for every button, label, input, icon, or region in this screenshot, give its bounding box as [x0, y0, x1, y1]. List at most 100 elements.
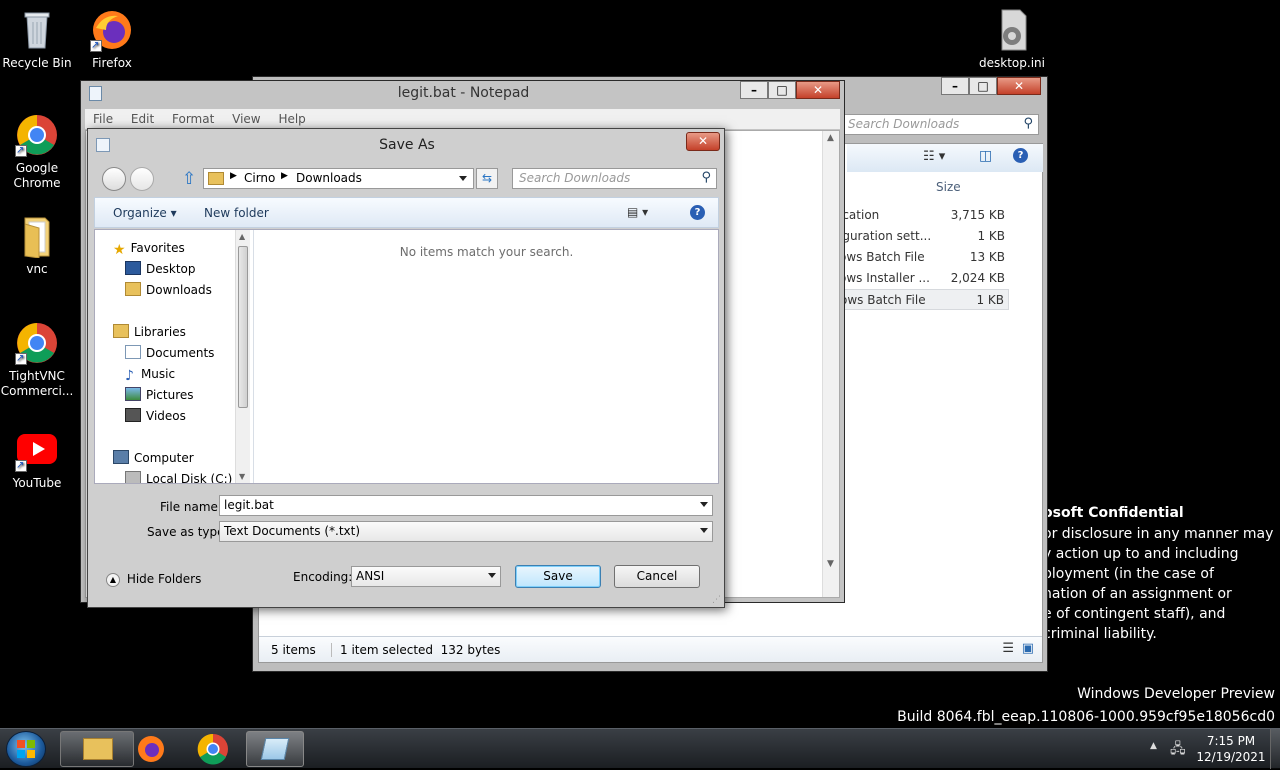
- desktop-icon-label: Google Chrome: [13, 161, 61, 190]
- clock[interactable]: 7:15 PM 12/19/2021: [1196, 733, 1266, 765]
- file-list-area[interactable]: No items match your search.: [253, 230, 718, 483]
- table-row[interactable]: ows Installer ... 2,024 KB: [839, 268, 1009, 289]
- refresh-button[interactable]: ⇆: [476, 168, 498, 189]
- desktop-icon-firefox[interactable]: Firefox: [75, 8, 149, 71]
- back-button[interactable]: [102, 167, 126, 191]
- taskbar-firefox-button[interactable]: [136, 731, 166, 767]
- dialog-search-box[interactable]: Search Downloads ⚲: [512, 168, 717, 189]
- desktop-icon-youtube[interactable]: YouTube: [0, 428, 74, 491]
- chevron-down-icon[interactable]: [488, 573, 496, 578]
- taskbar-chrome-button[interactable]: [196, 731, 230, 767]
- confidential-line: criminal liability.: [1043, 626, 1157, 642]
- dialog-search-placeholder: Search Downloads: [519, 171, 631, 185]
- taskbar-explorer-button[interactable]: [60, 731, 134, 767]
- new-folder-button[interactable]: New folder: [204, 206, 269, 220]
- menu-edit[interactable]: Edit: [131, 112, 154, 126]
- table-row[interactable]: ows Batch File 13 KB: [839, 247, 1009, 268]
- hide-folders-button[interactable]: ▲ Hide Folders: [106, 572, 201, 587]
- nav-libraries[interactable]: Libraries: [113, 322, 186, 342]
- menu-view[interactable]: View: [232, 112, 260, 126]
- nav-desktop[interactable]: Desktop: [125, 259, 196, 279]
- organize-button[interactable]: Organize ▾: [113, 206, 177, 220]
- desktop-icon-recycle-bin[interactable]: Recycle Bin: [0, 8, 74, 71]
- explorer-search-box[interactable]: Search Downloads ⚲: [843, 114, 1039, 135]
- view-options-icon[interactable]: ☷ ▾: [923, 149, 945, 164]
- drive-icon: [125, 471, 141, 483]
- confidential-line: or disclosure in any manner may: [1043, 526, 1274, 542]
- nav-label: Music: [140, 367, 176, 381]
- scroll-up-icon[interactable]: ▲: [239, 232, 245, 241]
- address-bar[interactable]: ▶ Cirno ▶ Downloads: [203, 168, 474, 189]
- desktop-icon-vnc[interactable]: vnc: [0, 214, 74, 277]
- nav-documents[interactable]: Documents: [125, 343, 214, 363]
- notepad-menu-bar: File Edit Format View Help: [85, 109, 840, 129]
- desktop-icon-desktop-ini[interactable]: desktop.ini: [975, 8, 1049, 71]
- file-name-input[interactable]: legit.bat: [219, 495, 713, 516]
- breadcrumb-cirno[interactable]: Cirno: [244, 171, 275, 185]
- chevron-down-icon[interactable]: [700, 528, 708, 533]
- nav-computer[interactable]: Computer: [113, 448, 194, 468]
- nav-pane-scrollbar[interactable]: ▲ ▼: [235, 230, 250, 483]
- size-column-header[interactable]: Size: [936, 180, 961, 194]
- forward-button[interactable]: [130, 167, 154, 191]
- dialog-body: ★ Favorites Desktop Downloads Libraries D…: [94, 229, 719, 484]
- minimize-button[interactable]: –: [740, 81, 768, 99]
- close-button[interactable]: ✕: [997, 77, 1041, 95]
- menu-file[interactable]: File: [93, 112, 113, 126]
- dialog-close-button[interactable]: ✕: [686, 132, 720, 151]
- nav-pictures[interactable]: Pictures: [125, 385, 194, 405]
- windows-build-text: Build 8064.fbl_eeap.110806-1000.959cf95e…: [897, 709, 1275, 725]
- folder-icon: [15, 214, 59, 259]
- notepad-caption-buttons: – □ ✕: [740, 81, 840, 101]
- notepad-scrollbar[interactable]: ▲ ▼: [822, 131, 839, 597]
- nav-favorites[interactable]: ★ Favorites: [113, 238, 185, 258]
- close-button[interactable]: ✕: [796, 81, 840, 99]
- show-hidden-icons-icon[interactable]: ▲: [1150, 741, 1157, 751]
- breadcrumb-downloads[interactable]: Downloads: [296, 171, 362, 185]
- chevron-down-icon[interactable]: [459, 176, 467, 181]
- nav-label: Downloads: [146, 283, 212, 297]
- table-row[interactable]: ication 3,715 KB: [839, 205, 1009, 226]
- scroll-down-icon[interactable]: ▼: [827, 559, 834, 569]
- confidential-line: ployment (in the case of: [1043, 566, 1214, 582]
- preview-pane-icon[interactable]: ◫: [979, 148, 992, 164]
- desktop-icon-google-chrome[interactable]: Google Chrome: [0, 113, 74, 191]
- chevron-down-icon[interactable]: [700, 502, 708, 507]
- chrome-icon: [15, 113, 59, 158]
- menu-format[interactable]: Format: [172, 112, 214, 126]
- save-button[interactable]: Save: [515, 565, 601, 588]
- nav-downloads[interactable]: Downloads: [125, 280, 212, 300]
- view-options-icon[interactable]: ▤ ▾: [627, 205, 648, 219]
- help-icon[interactable]: ?: [690, 205, 705, 220]
- nav-music[interactable]: ♪ Music: [125, 364, 175, 384]
- table-row[interactable]: iguration sett... 1 KB: [839, 226, 1009, 247]
- network-icon[interactable]: 🖧: [1170, 738, 1186, 762]
- taskbar-notepad-button[interactable]: [246, 731, 304, 767]
- nav-local-disk[interactable]: Local Disk (C:): [125, 469, 232, 483]
- help-icon[interactable]: ?: [1013, 148, 1028, 163]
- start-button[interactable]: [6, 731, 46, 767]
- computer-icon: [113, 450, 129, 464]
- menu-help[interactable]: Help: [278, 112, 305, 126]
- scroll-thumb[interactable]: [238, 246, 248, 408]
- scroll-down-icon[interactable]: ▼: [239, 472, 245, 481]
- show-desktop-button[interactable]: [1270, 729, 1280, 769]
- cancel-button[interactable]: Cancel: [614, 565, 700, 588]
- maximize-button[interactable]: □: [768, 81, 796, 99]
- desktop-icon-label: Firefox: [92, 56, 132, 70]
- resize-grip-icon[interactable]: ⋰: [712, 595, 721, 605]
- save-as-type-select[interactable]: Text Documents (*.txt): [219, 521, 713, 542]
- scroll-up-icon[interactable]: ▲: [827, 133, 834, 143]
- table-row-selected[interactable]: ows Batch File 1 KB: [839, 289, 1009, 310]
- encoding-select[interactable]: ANSI: [351, 566, 501, 587]
- nav-videos[interactable]: Videos: [125, 406, 186, 426]
- up-arrow-icon[interactable]: ⇧: [182, 169, 196, 189]
- tiles-view-icon[interactable]: ▣: [1022, 641, 1034, 656]
- maximize-button[interactable]: □: [969, 77, 997, 95]
- nav-label: Computer: [134, 451, 194, 465]
- save-as-dialog[interactable]: Save As ✕ ⇧ ▶ Cirno ▶ Downloads ⇆ Search…: [87, 128, 725, 608]
- desktop-icon-tightvnc[interactable]: TightVNC Commerci...: [0, 321, 74, 399]
- desktop-icon-label: YouTube: [12, 476, 62, 490]
- minimize-button[interactable]: –: [941, 77, 969, 95]
- details-view-icon[interactable]: ☰: [1002, 641, 1014, 656]
